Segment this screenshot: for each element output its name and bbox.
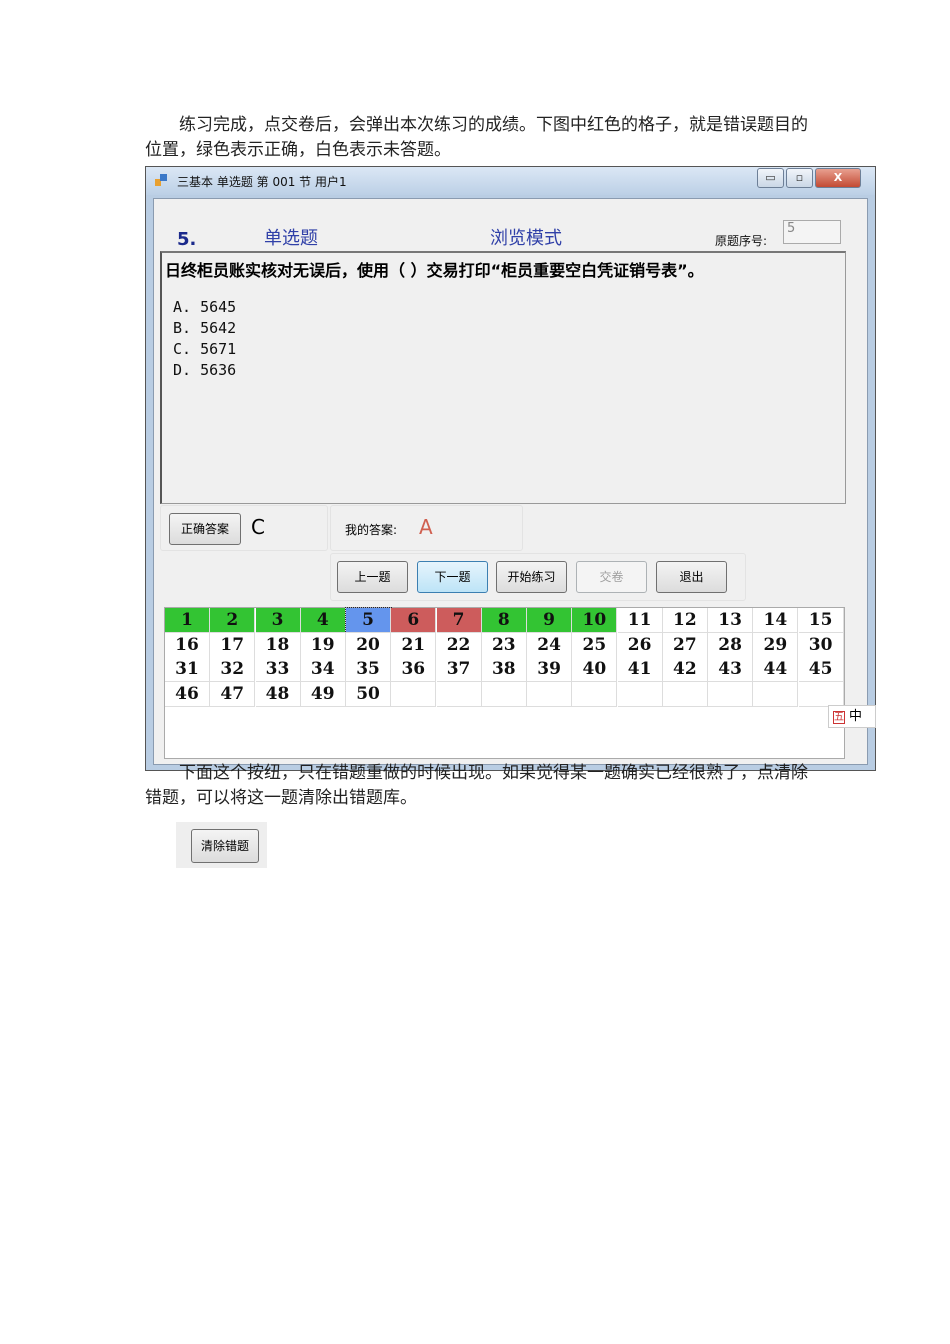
- submit-button[interactable]: 交卷: [576, 561, 647, 593]
- empty-cell: [481, 681, 527, 707]
- prev-question-button[interactable]: 上一题: [337, 561, 408, 593]
- question-type: 单选题: [264, 228, 318, 249]
- question-cell-50[interactable]: 50: [346, 681, 392, 707]
- question-cell-38[interactable]: 38: [481, 657, 527, 683]
- question-cell-8[interactable]: 8: [481, 608, 527, 633]
- question-cell-29[interactable]: 29: [753, 632, 799, 658]
- question-cell-26[interactable]: 26: [617, 632, 663, 658]
- empty-cell: [617, 681, 663, 707]
- original-number-field[interactable]: 5: [783, 220, 841, 244]
- question-cell-2[interactable]: 2: [210, 608, 256, 633]
- empty-cell: [527, 681, 573, 707]
- question-cell-35[interactable]: 35: [346, 657, 392, 683]
- question-cell-3[interactable]: 3: [255, 608, 301, 633]
- question-cell-20[interactable]: 20: [346, 632, 392, 658]
- question-cell-41[interactable]: 41: [617, 657, 663, 683]
- question-cell-48[interactable]: 48: [255, 681, 301, 707]
- empty-cell: [391, 681, 437, 707]
- empty-cell: [753, 681, 799, 707]
- title-bar: 三基本 单选题 第 001 节 用户1 ▭ ▫ X: [146, 167, 875, 195]
- ime-icon: 五: [833, 711, 845, 724]
- question-cell-40[interactable]: 40: [572, 657, 618, 683]
- next-question-button[interactable]: 下一题: [417, 561, 488, 593]
- question-cell-5[interactable]: 5: [345, 607, 393, 634]
- empty-cell: [662, 681, 708, 707]
- question-cell-28[interactable]: 28: [708, 632, 754, 658]
- question-cell-37[interactable]: 37: [436, 657, 482, 683]
- question-cell-12[interactable]: 12: [662, 608, 708, 633]
- exit-button[interactable]: 退出: [656, 561, 727, 593]
- question-cell-15[interactable]: 15: [798, 608, 844, 633]
- my-answer-value: A: [419, 515, 433, 539]
- question-cell-16[interactable]: 16: [165, 632, 210, 658]
- question-text: 日终柜员账实核对无误后，使用（ ）交易打印“柜员重要空白凭证销号表”。: [165, 261, 704, 280]
- question-cell-11[interactable]: 11: [617, 608, 663, 633]
- maximize-button[interactable]: ▫: [786, 168, 813, 188]
- clear-wrong-button[interactable]: 清除错题: [191, 829, 259, 863]
- original-number-label: 原题序号:: [715, 234, 768, 248]
- my-answer-group: 我的答案: A: [330, 505, 523, 551]
- question-cell-6[interactable]: 6: [391, 608, 437, 633]
- empty-cell: [572, 681, 618, 707]
- empty-cell: [798, 681, 844, 707]
- app-icon: [155, 174, 167, 186]
- question-cell-22[interactable]: 22: [436, 632, 482, 658]
- question-cell-42[interactable]: 42: [662, 657, 708, 683]
- clear-button-area: 清除错题: [176, 822, 267, 868]
- question-cell-49[interactable]: 49: [300, 681, 346, 707]
- question-cell-7[interactable]: 7: [436, 608, 482, 633]
- option-c: C. 5671: [173, 340, 237, 358]
- question-cell-24[interactable]: 24: [527, 632, 573, 658]
- quiz-window: 三基本 单选题 第 001 节 用户1 ▭ ▫ X 5. 单选题 浏览模式 原题…: [145, 166, 876, 771]
- question-cell-33[interactable]: 33: [255, 657, 301, 683]
- option-a: A. 5645: [173, 298, 237, 316]
- outro-paragraph: 下面这个按纽，只在错题重做的时候出现。如果觉得某一题确实已经很熟了，点清除错题，…: [145, 763, 808, 808]
- question-cell-44[interactable]: 44: [753, 657, 799, 683]
- question-cell-39[interactable]: 39: [527, 657, 573, 683]
- question-cell-9[interactable]: 9: [527, 608, 573, 633]
- question-number: 5.: [177, 229, 197, 250]
- question-cell-1[interactable]: 1: [165, 608, 210, 633]
- start-practice-button[interactable]: 开始练习: [496, 561, 567, 593]
- question-cell-43[interactable]: 43: [708, 657, 754, 683]
- close-button[interactable]: X: [815, 168, 861, 188]
- correct-answer-button[interactable]: 正确答案: [169, 513, 241, 545]
- minimize-button[interactable]: ▭: [757, 168, 784, 188]
- ime-label: 中: [849, 709, 863, 724]
- question-cell-10[interactable]: 10: [572, 608, 618, 633]
- question-cell-27[interactable]: 27: [662, 632, 708, 658]
- my-answer-label: 我的答案:: [345, 523, 398, 537]
- option-b: B. 5642: [173, 319, 237, 337]
- question-grid: 1 2 3 4 5 6 7 8 9 10 11 12 13 14 15 16 17 18 19 20 21 22 23 24 2…: [164, 607, 845, 759]
- question-cell-21[interactable]: 21: [391, 632, 437, 658]
- question-cell-36[interactable]: 36: [391, 657, 437, 683]
- question-cell-13[interactable]: 13: [708, 608, 754, 633]
- question-box: 日终柜员账实核对无误后，使用（ ）交易打印“柜员重要空白凭证销号表”。 A. 5…: [160, 251, 846, 504]
- question-cell-14[interactable]: 14: [753, 608, 799, 633]
- intro-paragraph: 练习完成，点交卷后，会弹出本次练习的成绩。下图中红色的格子，就是错误题目的位置，…: [145, 115, 808, 160]
- mode-label: 浏览模式: [490, 228, 562, 249]
- question-cell-31[interactable]: 31: [165, 657, 210, 683]
- correct-answer-value: C: [251, 515, 265, 539]
- question-cell-47[interactable]: 47: [210, 681, 256, 707]
- option-d: D. 5636: [173, 361, 237, 379]
- question-cell-45[interactable]: 45: [798, 657, 844, 683]
- empty-cell: [708, 681, 754, 707]
- question-cell-46[interactable]: 46: [165, 681, 210, 707]
- question-cell-18[interactable]: 18: [255, 632, 301, 658]
- question-cell-17[interactable]: 17: [210, 632, 256, 658]
- question-cell-32[interactable]: 32: [210, 657, 256, 683]
- window-title: 三基本 单选题 第 001 节 用户1: [177, 175, 347, 189]
- client-area: 5. 单选题 浏览模式 原题序号: 5 日终柜员账实核对无误后，使用（ ）交易打…: [153, 198, 868, 765]
- question-cell-23[interactable]: 23: [481, 632, 527, 658]
- question-cell-25[interactable]: 25: [572, 632, 618, 658]
- question-cell-4[interactable]: 4: [300, 608, 346, 633]
- nav-button-group: 上一题 下一题 开始练习 交卷 退出: [330, 553, 746, 601]
- question-cell-19[interactable]: 19: [300, 632, 346, 658]
- question-cell-30[interactable]: 30: [798, 632, 844, 658]
- ime-indicator[interactable]: 五中: [828, 705, 876, 728]
- empty-cell: [436, 681, 482, 707]
- correct-answer-group: 正确答案 C: [160, 505, 328, 551]
- question-cell-34[interactable]: 34: [300, 657, 346, 683]
